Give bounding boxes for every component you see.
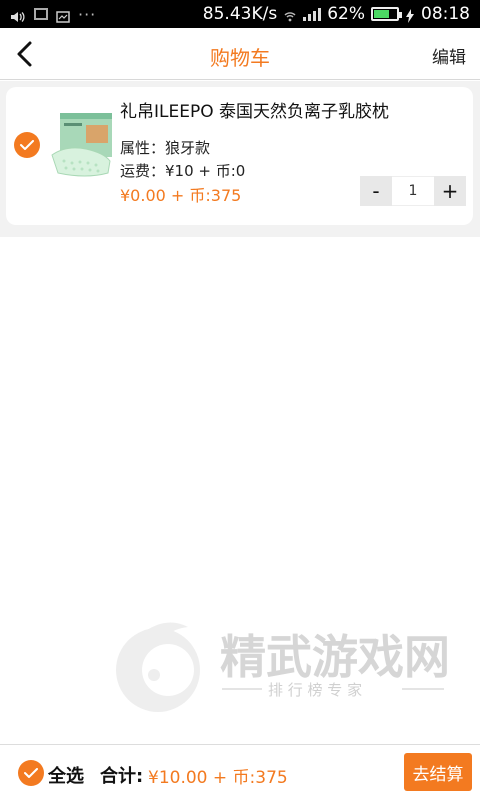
quantity-stepper: - 1 + bbox=[360, 176, 466, 206]
speaker-icon bbox=[10, 8, 26, 22]
network-speed: 85.43K/s bbox=[202, 4, 278, 24]
edit-button[interactable]: 编辑 bbox=[432, 43, 466, 68]
status-bar: ··· 85.43K/s 62% 08:18 bbox=[0, 0, 480, 28]
checkout-bar: 全选 合计: ¥10.00 + 币:375 去结算 bbox=[0, 744, 480, 800]
watermark-logo: 精武游戏网 排 行 榜 专 家 bbox=[116, 622, 450, 712]
item-select-checkbox[interactable] bbox=[14, 132, 40, 158]
product-image[interactable] bbox=[46, 105, 116, 185]
product-attribute: 属性：狼牙款 bbox=[120, 139, 211, 157]
decrease-button[interactable]: - bbox=[360, 176, 392, 206]
increase-button[interactable]: + bbox=[434, 176, 466, 206]
signal-icon bbox=[303, 7, 322, 21]
charging-icon bbox=[405, 8, 415, 23]
more-dots: ··· bbox=[78, 4, 97, 24]
product-title[interactable]: 礼帛ILEEPO 泰国天然负离子乳胶枕 bbox=[120, 97, 389, 122]
clock: 08:18 bbox=[421, 4, 470, 24]
watermark-brand: 精武游戏网 bbox=[220, 630, 450, 684]
page-title: 购物车 bbox=[210, 46, 270, 70]
select-all-label[interactable]: 全选 bbox=[48, 762, 84, 788]
total-label: 合计: bbox=[100, 766, 144, 787]
checkout-button[interactable]: 去结算 bbox=[404, 753, 472, 791]
watermark-tagline: 排 行 榜 专 家 bbox=[268, 681, 362, 699]
checkmark-icon bbox=[24, 768, 38, 778]
product-shipping: 运费：¥10 + 币:0 bbox=[120, 162, 246, 180]
quantity-field[interactable]: 1 bbox=[392, 176, 434, 206]
battery-icon bbox=[371, 7, 402, 21]
select-all-checkbox[interactable] bbox=[18, 760, 44, 786]
cart-list: 礼帛ILEEPO 泰国天然负离子乳胶枕 属性：狼牙款 运费：¥10 + 币:0 … bbox=[0, 81, 480, 237]
checkmark-icon bbox=[20, 140, 34, 150]
total-value: ¥10.00 + 币:375 bbox=[148, 768, 288, 788]
battery-percent: 62% bbox=[327, 4, 365, 24]
nav-bar: 购物车 编辑 bbox=[0, 28, 480, 80]
notification-icon bbox=[56, 8, 70, 23]
cart-item: 礼帛ILEEPO 泰国天然负离子乳胶枕 属性：狼牙款 运费：¥10 + 币:0 … bbox=[6, 87, 473, 225]
product-price: ¥0.00 + 币:375 bbox=[120, 186, 242, 205]
wifi-icon bbox=[283, 8, 297, 22]
gallery-icon bbox=[34, 8, 48, 20]
